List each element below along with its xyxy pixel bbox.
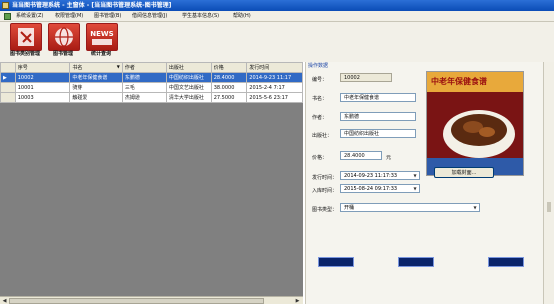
sort-arrow-icon: ▼ bbox=[116, 64, 120, 69]
category-management-label: 图书类别管理 bbox=[9, 51, 40, 57]
publisher-label: 出版社： bbox=[312, 133, 333, 139]
column-header-price[interactable]: 价格 bbox=[210, 62, 248, 73]
svg-text:NEWS: NEWS bbox=[90, 30, 113, 38]
table-cell[interactable]: 骑芽 bbox=[69, 82, 123, 93]
news-icon: NEWS bbox=[86, 23, 118, 51]
window-title: 当当图书管理系统 - 主窗体 - [当当图书管理系统-图书管理] bbox=[12, 2, 172, 9]
book-type-label: 图书类型： bbox=[312, 207, 338, 213]
vertical-scrollbar[interactable] bbox=[543, 62, 554, 304]
table-cell[interactable]: 10002 bbox=[14, 72, 71, 83]
table-cell[interactable]: 2015-2-4 7:17 bbox=[246, 82, 303, 93]
column-header-title[interactable]: 书名 ▼ bbox=[69, 62, 123, 73]
menu-borrow-info[interactable]: 借阅信息管理(J) bbox=[132, 11, 167, 22]
instock-date-picker[interactable]: 2015-08-24 09:17:33 ▼ bbox=[340, 184, 420, 193]
table-row[interactable]: 10003 触碰爱 杰姆逊 清华大学出版社 27.5000 2015-5-6 2… bbox=[0, 92, 303, 103]
load-cover-button[interactable]: 加载封面... bbox=[434, 167, 494, 178]
table-cell[interactable]: 触碰爱 bbox=[69, 92, 123, 103]
table-cell[interactable]: 三毛 bbox=[121, 82, 167, 93]
book-grid-area: 序号 书名 ▼ 作者 出版社 价格 发行时间 ▶ 10002 中老年保健食谱 东… bbox=[0, 62, 303, 296]
price-label: 价格： bbox=[312, 155, 328, 161]
column-header-author[interactable]: 作者 bbox=[121, 62, 167, 73]
table-cell[interactable]: 38.0000 bbox=[210, 82, 248, 93]
table-row[interactable]: 10001 骑芽 三毛 中国文艺出版社 38.0000 2015-2-4 7:1… bbox=[0, 82, 303, 93]
globe-icon bbox=[48, 23, 80, 51]
mdi-child-icon[interactable] bbox=[4, 13, 11, 20]
table-cell[interactable]: 杰姆逊 bbox=[121, 92, 167, 103]
table-cell[interactable]: 中国纺织出版社 bbox=[165, 72, 212, 83]
category-management-button[interactable]: 图书类别管理 bbox=[8, 23, 42, 61]
menu-book-management[interactable]: 图书管理(B) bbox=[94, 11, 121, 22]
publish-date-label: 发行时间： bbox=[312, 175, 338, 181]
row-header[interactable] bbox=[0, 82, 16, 93]
book-cover-image: 中老年保健食谱 bbox=[426, 71, 524, 176]
row-header-corner bbox=[0, 62, 16, 73]
id-label: 编号： bbox=[312, 77, 328, 83]
horizontal-scrollbar[interactable]: ◀ ▶ bbox=[0, 296, 303, 304]
table-header-row: 序号 书名 ▼ 作者 出版社 价格 发行时间 bbox=[0, 62, 303, 73]
book-type-select[interactable]: 开桶 ▼ bbox=[340, 203, 480, 212]
table-cell[interactable]: 东鹏德 bbox=[121, 72, 167, 83]
table-cell[interactable]: 10003 bbox=[14, 92, 71, 103]
publisher-field[interactable]: 中国纺织出版社 bbox=[340, 129, 416, 138]
nav-button-1[interactable] bbox=[318, 257, 354, 267]
toolbar: 图书类别管理 图书管理 NEWS 统计查询 bbox=[0, 22, 554, 62]
statistics-query-button[interactable]: NEWS 统计查询 bbox=[84, 23, 118, 61]
scrollbar-thumb[interactable] bbox=[547, 202, 551, 212]
category-icon bbox=[10, 23, 42, 51]
nav-button-2[interactable] bbox=[398, 257, 434, 267]
author-label: 作者： bbox=[312, 115, 328, 121]
book-type-value: 开桶 bbox=[344, 205, 355, 211]
statistics-query-label: 统计查询 bbox=[90, 51, 111, 57]
column-header-publisher[interactable]: 出版社 bbox=[165, 62, 212, 73]
menu-system-settings[interactable]: 系统设置(Z) bbox=[16, 11, 43, 22]
publish-date-picker[interactable]: 2014-09-23 11:17:33 ▼ bbox=[340, 171, 420, 180]
scroll-left-icon[interactable]: ◀ bbox=[1, 298, 8, 304]
column-header-title-label: 书名 bbox=[72, 65, 83, 71]
column-header-id[interactable]: 序号 bbox=[14, 62, 71, 73]
nav-button-3[interactable] bbox=[488, 257, 524, 267]
book-table: 序号 书名 ▼ 作者 出版社 价格 发行时间 ▶ 10002 中老年保健食谱 东… bbox=[0, 62, 303, 103]
title-label: 书名： bbox=[312, 96, 328, 102]
table-cell[interactable]: 2014-9-23 11:17 bbox=[246, 72, 303, 83]
panel-header: 操作数据 bbox=[308, 63, 329, 69]
menu-permissions[interactable]: 权限管理(M) bbox=[55, 11, 83, 22]
table-cell[interactable]: 清华大学出版社 bbox=[165, 92, 212, 103]
menu-bar: 系统设置(Z) 权限管理(M) 图书管理(B) 借阅信息管理(J) 学生基本信息… bbox=[0, 11, 554, 22]
title-field[interactable]: 中老年保健食谱 bbox=[340, 93, 416, 102]
title-bar: 当当图书管理系统 - 主窗体 - [当当图书管理系统-图书管理] bbox=[0, 0, 554, 11]
publish-date-value: 2014-09-23 11:17:33 bbox=[344, 173, 398, 179]
table-cell[interactable]: 2015-5-6 23:17 bbox=[246, 92, 303, 103]
current-row-icon: ▶ bbox=[0, 72, 16, 83]
scrollbar-thumb[interactable] bbox=[9, 298, 264, 304]
book-management-label: 图书管理 bbox=[52, 51, 73, 57]
instock-date-label: 入库时间： bbox=[312, 188, 338, 194]
id-field[interactable]: 10002 bbox=[340, 73, 392, 82]
author-field[interactable]: 东鹏德 bbox=[340, 112, 416, 121]
instock-date-value: 2015-08-24 09:17:33 bbox=[344, 186, 398, 192]
price-field[interactable]: 28.4000 bbox=[340, 151, 382, 160]
menu-student-info[interactable]: 学生基本信息(S) bbox=[182, 11, 219, 22]
chevron-down-icon[interactable]: ▼ bbox=[411, 185, 419, 192]
cover-title-text: 中老年保健食谱 bbox=[431, 77, 487, 86]
table-cell[interactable]: 27.5000 bbox=[210, 92, 248, 103]
row-header[interactable] bbox=[0, 92, 16, 103]
chevron-down-icon[interactable]: ▼ bbox=[471, 204, 479, 211]
table-cell[interactable]: 10001 bbox=[14, 82, 71, 93]
operation-panel: 操作数据 编号： 10002 书名： 中老年保健食谱 作者： 东鹏德 出版社： … bbox=[305, 62, 543, 304]
table-row[interactable]: ▶ 10002 中老年保健食谱 东鹏德 中国纺织出版社 28.4000 2014… bbox=[0, 72, 303, 83]
table-cell[interactable]: 中老年保健食谱 bbox=[69, 72, 123, 83]
app-icon bbox=[2, 2, 9, 9]
menu-help[interactable]: 帮助(H) bbox=[233, 11, 251, 22]
chevron-down-icon[interactable]: ▼ bbox=[411, 172, 419, 179]
table-cell[interactable]: 28.4000 bbox=[210, 72, 248, 83]
book-management-button[interactable]: 图书管理 bbox=[46, 23, 80, 61]
scroll-right-icon[interactable]: ▶ bbox=[294, 298, 301, 304]
table-cell[interactable]: 中国文艺出版社 bbox=[165, 82, 212, 93]
price-unit: 元 bbox=[386, 155, 392, 161]
column-header-date[interactable]: 发行时间 bbox=[246, 62, 303, 73]
